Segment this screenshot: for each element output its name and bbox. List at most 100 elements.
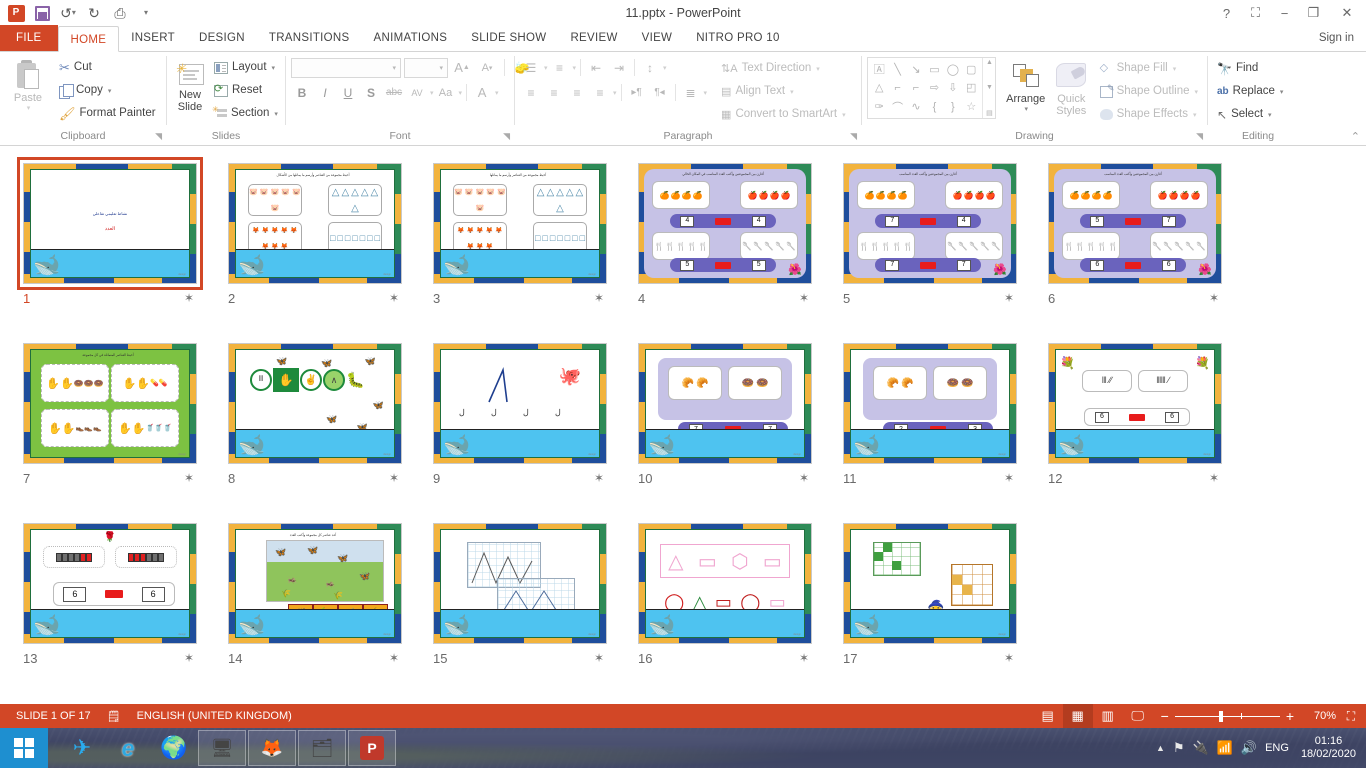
language-indicator[interactable]: ENGLISH (UNITED KINGDOM) — [129, 704, 300, 728]
gallery-more-icon[interactable]: ▤ — [986, 109, 993, 117]
taskbar-firefox-icon[interactable]: 🦊 — [248, 730, 296, 766]
slide-thumbnail-image[interactable]: 🧙 🐋design — [843, 523, 1017, 644]
slideshow-view-button[interactable]: 🖵 — [1123, 704, 1153, 728]
slide-thumbnail-17[interactable]: 🧙 🐋design 17 ✶ — [840, 520, 1045, 700]
rtl-text-direction-button[interactable]: ¶◂ — [649, 82, 671, 103]
slide-thumbnail-8[interactable]: 𝍫 ✋ ✌ ∧ 🐛 🦋 🦋 🦋 🦋 🦋 🦋 🐋design 8 ✶ — [225, 340, 430, 520]
shape-arrow-icon[interactable]: ↘ — [907, 60, 925, 79]
shape-freeform-icon[interactable]: ✑ — [870, 97, 888, 116]
slide-thumbnail-image[interactable]: أقارن بين المجموعتين وأكتب العدد المناسب… — [1048, 163, 1222, 284]
slide-thumbnail-image[interactable]: 𝍫 ✋ ✌ ∧ 🐛 🦋 🦋 🦋 🦋 🦋 🦋 🐋design — [228, 343, 402, 464]
slide-thumbnail-4[interactable]: أقارن بين المجموعتين وأكتب العدد المناسب… — [635, 160, 840, 340]
usb-device-icon[interactable]: 🔌 — [1193, 740, 1209, 756]
zoom-out-button[interactable]: − — [1161, 708, 1169, 724]
shape-arc-icon[interactable]: ⌒ — [888, 97, 906, 116]
section-button[interactable]: Section ▾ — [210, 102, 282, 125]
slide-thumbnail-image[interactable]: أعد عناصر كل مجموعة وأكتب العدد 🦋 🦋 🦋 🦗 … — [228, 523, 402, 644]
slide-thumbnail-frame[interactable]: أعد عناصر كل مجموعة وأكتب العدد 🦋 🦋 🦋 🦗 … — [225, 520, 405, 647]
tab-slide-show[interactable]: SLIDE SHOW — [459, 25, 558, 51]
shape-oval-icon[interactable]: ◯ — [944, 60, 962, 79]
taskbar-remote-desktop-icon[interactable]: 🖥 — [198, 730, 246, 766]
align-left-button[interactable]: ≡ — [520, 82, 542, 103]
font-name-input[interactable]: ▾ — [291, 58, 401, 78]
taskbar-internet-download-manager-icon[interactable]: 🌍 — [152, 729, 196, 767]
slide-thumbnail-image[interactable]: 🐙 لللل🐋design — [433, 343, 607, 464]
action-center-flag-icon[interactable]: ⚑ — [1173, 740, 1185, 756]
input-language-indicator[interactable]: ENG — [1265, 742, 1289, 754]
slide-thumbnail-image[interactable]: 🥐🥐 🍩🍩 23 🐋design — [843, 343, 1017, 464]
text-shadow-button[interactable]: S — [360, 82, 382, 103]
help-icon[interactable]: ? — [1212, 1, 1241, 25]
select-button[interactable]: ↖ Select ▾ — [1213, 103, 1287, 126]
slide-thumbnail-3[interactable]: أحيط مجموعة من العناصر وأرسم ما يماثلها … — [430, 160, 635, 340]
slide-thumbnail-16[interactable]: △▭⬡▭ ◯ △ ▭ ◯ ▭ 🐋design 16 ✶ — [635, 520, 840, 700]
shape-effects-button[interactable]: Shape Effects ▾ — [1096, 103, 1202, 126]
slide-thumbnail-frame[interactable]: 🧙 🐋design — [840, 520, 1020, 647]
slide-thumbnail-image[interactable]: أحيط مجموعة من العناصر وأرسم ما يماثلها … — [433, 163, 607, 284]
shapes-gallery-scrollbar[interactable]: ▲ ▼ ▤ — [982, 58, 995, 118]
reset-button[interactable]: Reset — [210, 79, 282, 102]
zoom-percent-label[interactable]: 70% — [1302, 710, 1336, 722]
tab-nitro-pro-10[interactable]: NITRO PRO 10 — [684, 25, 791, 51]
shape-outline-button[interactable]: Shape Outline ▾ — [1096, 80, 1202, 103]
tab-insert[interactable]: INSERT — [119, 25, 187, 51]
start-button[interactable] — [0, 728, 48, 768]
animation-star-icon[interactable]: ✶ — [1004, 652, 1014, 664]
slide-thumbnail-7[interactable]: أحيط العناصر المتماثلة في كل مجموعة ✋✋🍩🍩… — [20, 340, 225, 520]
animation-star-icon[interactable]: ✶ — [594, 652, 604, 664]
ltr-text-direction-button[interactable]: ▸¶ — [626, 82, 648, 103]
slide-thumbnail-frame[interactable]: 🌹 6 6 🐋design — [20, 520, 200, 647]
line-spacing-button[interactable]: ↕ — [639, 57, 661, 78]
slide-thumbnail-15[interactable]: 🚃 🐋design 15 ✶ — [430, 520, 635, 700]
change-case-button[interactable]: Aa — [435, 82, 457, 103]
shape-elbow-arrow-icon[interactable]: ⌐ — [907, 79, 925, 98]
sign-in-link[interactable]: Sign in — [1319, 25, 1366, 51]
shape-curve-icon[interactable]: ∿ — [907, 97, 925, 116]
start-presentation-icon[interactable]: ⎙ — [108, 2, 132, 24]
animation-star-icon[interactable]: ✶ — [594, 472, 604, 484]
animation-star-icon[interactable]: ✶ — [184, 472, 194, 484]
shape-triangle-icon[interactable]: △ — [870, 79, 888, 98]
slide-counter[interactable]: SLIDE 1 OF 17 — [8, 704, 99, 728]
slide-thumbnail-6[interactable]: أقارن بين المجموعتين وأكتب العدد المناسب… — [1045, 160, 1250, 340]
align-text-button[interactable]: ▤ Align Text ▾ — [717, 80, 850, 103]
slide-thumbnail-frame[interactable]: 💐 💐 𝍫 ∕∕ 𝍫𝍫 ∕ 66 🐋design — [1045, 340, 1225, 467]
slide-thumbnail-image[interactable]: أحيط مجموعة من العناصر وأرسم ما يماثلها … — [228, 163, 402, 284]
animation-star-icon[interactable]: ✶ — [1209, 472, 1219, 484]
shape-down-arrow-icon[interactable]: ⇩ — [944, 79, 962, 98]
increase-font-size-icon[interactable]: A▲ — [451, 57, 473, 78]
shape-right-brace-icon[interactable]: } — [944, 97, 962, 116]
slide-thumbnail-frame[interactable]: 🐙 لللل🐋design — [430, 340, 610, 467]
network-signal-icon[interactable]: 📶 — [1217, 740, 1233, 756]
bold-button[interactable]: B — [291, 82, 313, 103]
taskbar-clock[interactable]: 01:16 18/02/2020 — [1297, 735, 1356, 761]
normal-view-button[interactable]: ▤ — [1033, 704, 1063, 728]
taskbar-powerpoint-icon[interactable]: P — [348, 730, 396, 766]
taskbar-telegram-icon[interactable]: ✈ — [60, 729, 104, 767]
shape-folded-corner-icon[interactable]: ◰ — [962, 79, 980, 98]
animation-star-icon[interactable]: ✶ — [389, 652, 399, 664]
format-painter-button[interactable]: 🖌 Format Painter — [55, 102, 160, 125]
animation-star-icon[interactable]: ✶ — [184, 292, 194, 304]
slide-thumbnail-1[interactable]: 🐋 نشاط تعليمي تفاعلي العدد design 1 ✶ — [20, 160, 225, 340]
gallery-scroll-up-icon[interactable]: ▲ — [986, 59, 993, 66]
collapse-ribbon-icon[interactable]: ⌃ — [1351, 130, 1360, 143]
shape-fill-button[interactable]: Shape Fill ▾ — [1096, 57, 1202, 80]
zoom-slider[interactable] — [1175, 716, 1280, 717]
volume-icon[interactable]: 🔊 — [1241, 740, 1257, 756]
animation-star-icon[interactable]: ✶ — [389, 472, 399, 484]
slide-thumbnail-image[interactable]: 🌹 6 6 🐋design — [23, 523, 197, 644]
fit-slide-to-window-button[interactable]: ⛶ — [1336, 704, 1366, 728]
slide-thumbnail-frame[interactable]: 𝍫 ✋ ✌ ∧ 🐛 🦋 🦋 🦋 🦋 🦋 🦋 🐋design — [225, 340, 405, 467]
slide-thumbnail-image[interactable]: 🥐🥐 🍩🍩 77 🐋design — [638, 343, 812, 464]
taskbar-file-explorer-icon[interactable]: 🗂 — [298, 730, 346, 766]
drawing-dialog-launcher-icon[interactable]: ◥ — [1196, 129, 1203, 144]
font-dialog-launcher-icon[interactable]: ◥ — [503, 129, 510, 144]
shape-textbox-icon[interactable]: 🄰 — [870, 60, 888, 79]
animation-star-icon[interactable]: ✶ — [799, 472, 809, 484]
clipboard-dialog-launcher-icon[interactable]: ◥ — [155, 129, 162, 144]
italic-button[interactable]: I — [314, 82, 336, 103]
slide-thumbnail-image[interactable]: أقارن بين المجموعتين وأكتب العدد المناسب… — [843, 163, 1017, 284]
slide-thumbnail-image[interactable]: أحيط العناصر المتماثلة في كل مجموعة ✋✋🍩🍩… — [23, 343, 197, 464]
animation-star-icon[interactable]: ✶ — [799, 292, 809, 304]
